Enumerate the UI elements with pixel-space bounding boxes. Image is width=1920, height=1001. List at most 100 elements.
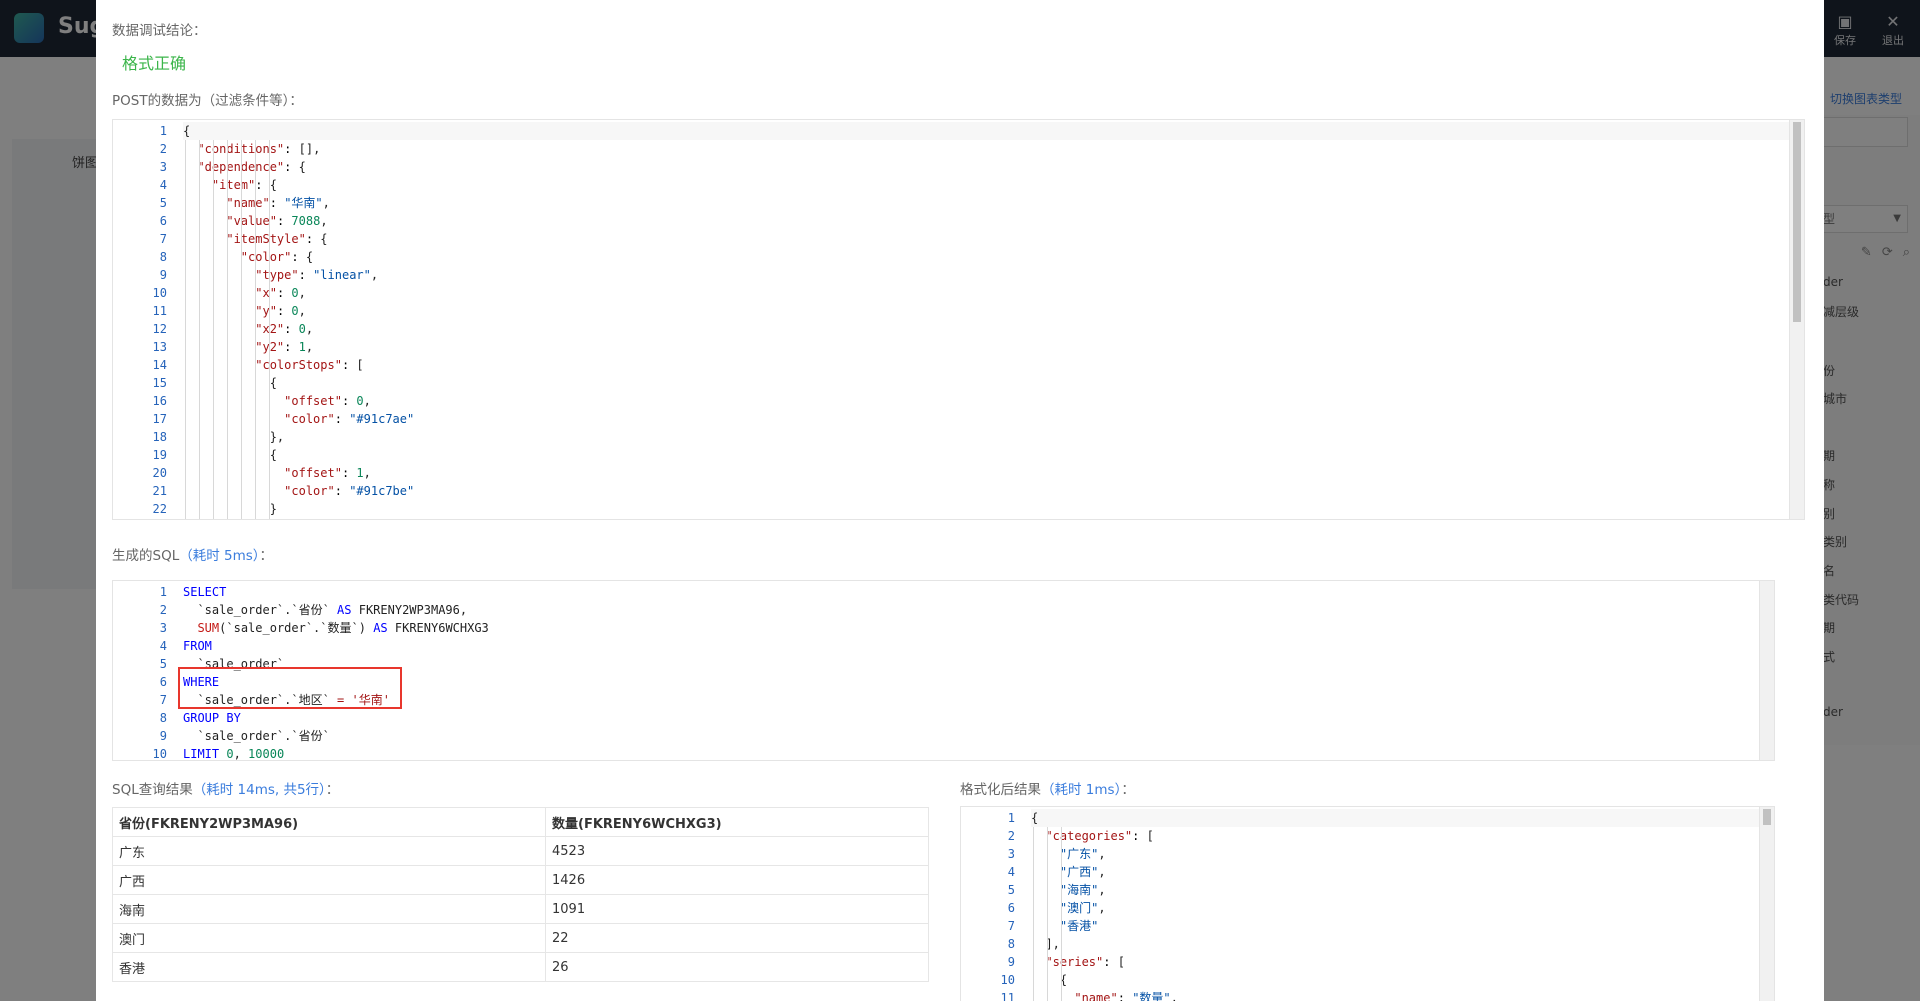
- vertical-scrollbar[interactable]: [1759, 581, 1774, 760]
- table-body: 广东 4523 广西 1426 海南 1091 澳门 22 香港 26: [112, 836, 929, 982]
- sql-label: 生成的SQL（耗时 5ms）：: [112, 544, 273, 564]
- line-number: 1: [1007, 811, 1015, 825]
- code-line: "color": "#91c7ae": [284, 412, 415, 426]
- line-number: 10: [1000, 973, 1015, 987]
- line-number: 2: [159, 142, 167, 156]
- code-line: "item": {: [211, 178, 277, 192]
- code-line: "x2": 0,: [255, 322, 314, 336]
- format-label-suffix: ：: [1121, 782, 1135, 798]
- code-line: SUM(`sale_order`.`数量`) AS FKRENY6WCHXG3: [197, 621, 489, 635]
- line-gutter: 1 2 3 4 5 6 7 8 9 10 11 12 13 14 15 16 17 18 19 20 21 22: [113, 120, 167, 519]
- table-row: 广东 4523: [112, 836, 929, 866]
- code-area: { "categories": [ "广东", "广西", "海南", "澳门"…: [1031, 807, 1760, 1001]
- code-line: "y": 0,: [255, 304, 306, 318]
- table-cell: 广东: [112, 836, 546, 866]
- table-cell: 1426: [545, 865, 929, 895]
- code-line: {: [183, 122, 1790, 140]
- column-header: 省份(FKRENY2WP3MA96): [112, 807, 546, 837]
- code-line: "澳门",: [1059, 901, 1106, 915]
- code-line: "itemStyle": {: [226, 232, 328, 246]
- code-line: "广西",: [1059, 865, 1106, 879]
- query-time: （耗时 14ms, 共5行）: [192, 782, 326, 798]
- line-number: 2: [1007, 829, 1015, 843]
- code-line: "conditions": [],: [197, 142, 321, 156]
- line-number: 1: [159, 585, 167, 599]
- line-number: 15: [152, 376, 167, 390]
- code-line: `sale_order`.`地区` = '华南': [183, 693, 390, 707]
- indent-guide: [1033, 827, 1034, 1001]
- line-number: 10: [152, 747, 167, 761]
- code-line: "name": "华南",: [226, 196, 330, 210]
- query-result-table: 省份(FKRENY2WP3MA96) 数量(FKRENY6WCHXG3) 广东 45…: [112, 807, 929, 982]
- line-number: 6: [159, 675, 167, 689]
- code-line: `sale_order`.`省份`: [183, 729, 330, 743]
- sql-time: （耗时 5ms）: [179, 548, 260, 564]
- sql-label-suffix: ：: [259, 548, 274, 564]
- query-label-text: SQL查询结果: [112, 782, 193, 798]
- line-number: 19: [152, 448, 167, 462]
- line-number: 12: [152, 322, 167, 336]
- table-cell: 海南: [112, 894, 546, 924]
- line-number: 5: [159, 196, 167, 210]
- code-line: "type": "linear",: [255, 268, 379, 282]
- indent-guide: [227, 140, 228, 519]
- line-number: 1: [159, 124, 167, 138]
- line-gutter: 1 2 3 4 5 6 7 8 9 10: [113, 581, 167, 760]
- line-number: 11: [152, 304, 167, 318]
- code-line: "香港": [1059, 919, 1099, 933]
- line-number: 3: [159, 160, 167, 174]
- table-cell: 香港: [112, 952, 546, 982]
- code-line: `sale_order`.`省份` AS FKRENY2WP3MA96,: [183, 603, 468, 617]
- code-line: "dependence": {: [197, 160, 306, 174]
- line-number: 18: [152, 430, 167, 444]
- code-line: {: [1031, 973, 1068, 987]
- table-cell: 1091: [545, 894, 929, 924]
- format-result-editor[interactable]: 1 2 3 4 5 6 7 8 9 10 11 { "categories": [ "广东", "广…: [960, 806, 1775, 1001]
- table-cell: 广西: [112, 865, 546, 895]
- scrollbar-thumb[interactable]: [1793, 122, 1801, 322]
- code-line: "y2": 1,: [255, 340, 314, 354]
- scrollbar-thumb[interactable]: [1763, 809, 1771, 825]
- code-line: GROUP BY: [183, 711, 241, 725]
- line-number: 7: [1007, 919, 1015, 933]
- format-result-label: 格式化后结果（耗时 1ms）：: [960, 778, 1135, 798]
- vertical-scrollbar[interactable]: [1789, 120, 1804, 519]
- line-number: 6: [1007, 901, 1015, 915]
- line-number: 7: [159, 693, 167, 707]
- code-line: "color": "#91c7be": [284, 484, 415, 498]
- column-header: 数量(FKRENY6WCHXG3): [545, 807, 929, 837]
- table-cell: 22: [545, 923, 929, 953]
- line-number: 7: [159, 232, 167, 246]
- indent-guide: [255, 140, 256, 519]
- query-label-suffix: ：: [325, 782, 340, 798]
- line-number: 3: [1007, 847, 1015, 861]
- table-row: 海南 1091: [112, 894, 929, 924]
- code-area: { "conditions": [], "dependence": { "ite…: [183, 120, 1790, 519]
- indent-guide: [241, 140, 242, 519]
- code-line: FROM: [183, 639, 212, 653]
- line-number: 10: [152, 286, 167, 300]
- post-data-editor[interactable]: 1 2 3 4 5 6 7 8 9 10 11 12 13 14 15 16 17 18 19 20 21 22 { "c…: [112, 119, 1805, 520]
- line-number: 16: [152, 394, 167, 408]
- code-line: "color": {: [240, 250, 314, 264]
- line-number: 4: [159, 178, 167, 192]
- code-line: SELECT: [183, 585, 227, 599]
- indent-guide: [1047, 827, 1048, 1001]
- code-line: },: [183, 430, 285, 444]
- table-row: 香港 26: [112, 952, 929, 982]
- line-number: 20: [152, 466, 167, 480]
- line-number: 4: [1007, 865, 1015, 879]
- code-line: "offset": 1,: [284, 466, 371, 480]
- line-number: 17: [152, 412, 167, 426]
- line-number: 3: [159, 621, 167, 635]
- table-cell: 4523: [545, 836, 929, 866]
- code-line: "colorStops": [: [255, 358, 364, 372]
- where-clause-highlight: [178, 667, 402, 709]
- debug-modal: 数据调试结论： 格式正确 POST的数据为（过滤条件等）： 1234567891…: [96, 0, 1824, 1001]
- line-number: 22: [152, 502, 167, 516]
- vertical-scrollbar[interactable]: [1759, 807, 1774, 1001]
- sql-label-text: 生成的SQL: [112, 548, 180, 564]
- line-number: 9: [159, 268, 167, 282]
- line-number: 13: [152, 340, 167, 354]
- code-line: WHERE: [183, 675, 220, 689]
